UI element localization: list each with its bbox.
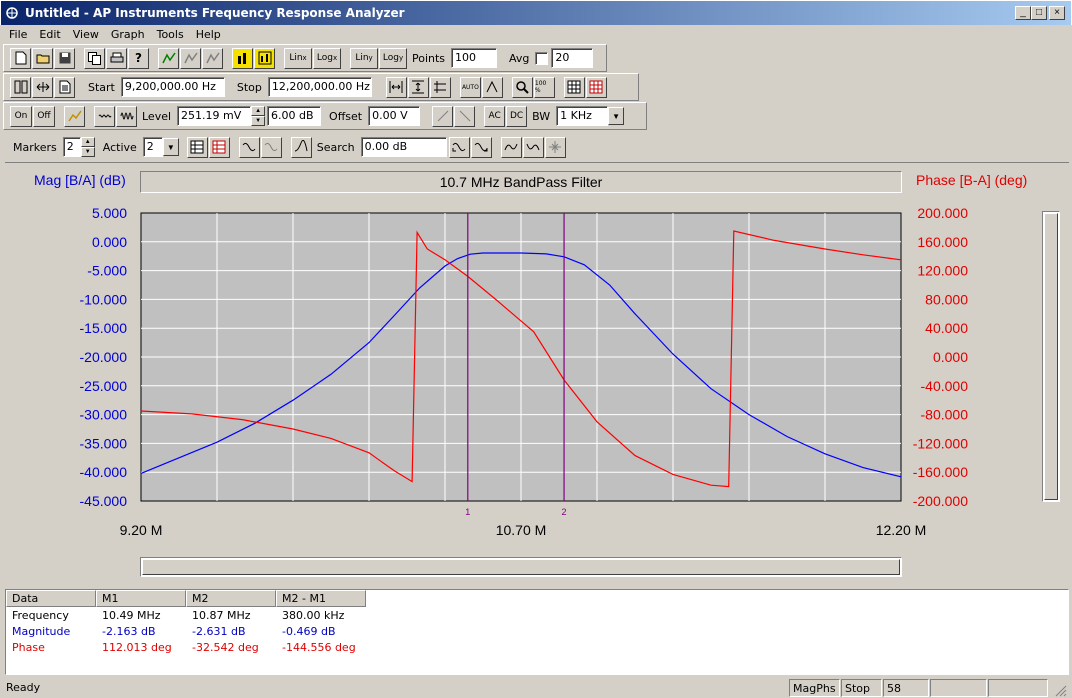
table-cell-m2: -32.542 deg xyxy=(192,641,259,654)
right-tick-label: 80.000 xyxy=(925,291,968,307)
table-cell-m1: 10.49 MHz xyxy=(102,609,161,622)
status-text: Ready xyxy=(6,681,41,694)
status-mode: MagPhs xyxy=(789,679,840,697)
left-tick-label: -45.000 xyxy=(80,493,128,509)
table-cell-name: Phase xyxy=(12,641,45,654)
table-cell-m2: 10.87 MHz xyxy=(192,609,251,622)
table-cell-diff: -0.469 dB xyxy=(282,625,336,638)
table-cell-name: Magnitude xyxy=(12,625,71,638)
left-tick-label: 0.000 xyxy=(92,234,127,250)
right-tick-label: -40.000 xyxy=(921,378,969,394)
table-cell-diff: -144.556 deg xyxy=(282,641,356,654)
header-m2[interactable]: M2 xyxy=(186,590,276,607)
marker-label-1: 1 xyxy=(465,507,470,517)
table-cell-m2: -2.631 dB xyxy=(192,625,246,638)
left-tick-label: -25.000 xyxy=(80,378,128,394)
right-tick-label: -120.000 xyxy=(913,435,968,451)
resize-grip-icon[interactable] xyxy=(1055,685,1067,697)
left-tick-label: -35.000 xyxy=(80,435,128,451)
header-data[interactable]: Data xyxy=(6,590,96,607)
right-tick-label: 200.000 xyxy=(917,205,968,221)
right-tick-label: 120.000 xyxy=(917,263,968,279)
vertical-scrollbar[interactable] xyxy=(1042,211,1060,502)
vertical-scroll-thumb[interactable] xyxy=(1044,213,1058,500)
x-tick-label: 10.70 M xyxy=(496,522,547,538)
table-header: Data M1 M2 M2 - M1 xyxy=(6,590,366,607)
right-tick-label: 40.000 xyxy=(925,320,968,336)
status-pane-empty-1 xyxy=(930,679,987,697)
x-tick-label: 12.20 M xyxy=(876,522,927,538)
header-diff[interactable]: M2 - M1 xyxy=(276,590,366,607)
left-tick-label: -10.000 xyxy=(80,291,128,307)
marker-data-table: Data M1 M2 M2 - M1 Frequency 10.49 MHz 10.… xyxy=(5,589,1069,675)
right-tick-label: -200.000 xyxy=(913,493,968,509)
status-bar: Ready MagPhs Stop 58 xyxy=(0,677,1072,698)
left-tick-label: -15.000 xyxy=(80,320,128,336)
status-state: Stop xyxy=(841,679,882,697)
right-tick-label: 160.000 xyxy=(917,234,968,250)
left-tick-label: 5.000 xyxy=(92,205,127,221)
marker-label-2: 2 xyxy=(562,507,567,517)
table-cell-diff: 380.00 kHz xyxy=(282,609,345,622)
x-tick-label: 9.20 M xyxy=(120,522,163,538)
right-tick-label: 0.000 xyxy=(933,349,968,365)
horizontal-scrollbar[interactable] xyxy=(140,557,902,577)
left-tick-label: -40.000 xyxy=(80,464,128,480)
status-count: 58 xyxy=(883,679,929,697)
left-tick-labels: 5.000 0.000 -5.000 -10.000 -15.000 -20.000 -25… xyxy=(80,205,128,509)
table-cell-m1: 112.013 deg xyxy=(102,641,172,654)
left-tick-label: -5.000 xyxy=(87,263,127,279)
table-row[interactable]: Frequency 10.49 MHz 10.87 MHz 380.00 kHz xyxy=(6,608,366,624)
table-row[interactable]: Phase 112.013 deg -32.542 deg -144.556 deg xyxy=(6,640,366,656)
right-tick-label: -80.000 xyxy=(921,407,969,423)
header-m1[interactable]: M1 xyxy=(96,590,186,607)
table-row[interactable]: Magnitude -2.163 dB -2.631 dB -0.469 dB xyxy=(6,624,366,640)
left-tick-label: -20.000 xyxy=(80,349,128,365)
x-tick-labels: 9.20 M 10.70 M 12.20 M xyxy=(120,522,927,538)
left-tick-label: -30.000 xyxy=(80,407,128,423)
right-tick-label: -160.000 xyxy=(913,464,968,480)
status-pane-empty-2 xyxy=(988,679,1048,697)
table-cell-m1: -2.163 dB xyxy=(102,625,156,638)
right-tick-labels: 200.000 160.000 120.000 80.000 40.000 0.000 -4… xyxy=(913,205,968,509)
table-cell-name: Frequency xyxy=(12,609,69,622)
horizontal-scroll-thumb[interactable] xyxy=(142,559,900,575)
